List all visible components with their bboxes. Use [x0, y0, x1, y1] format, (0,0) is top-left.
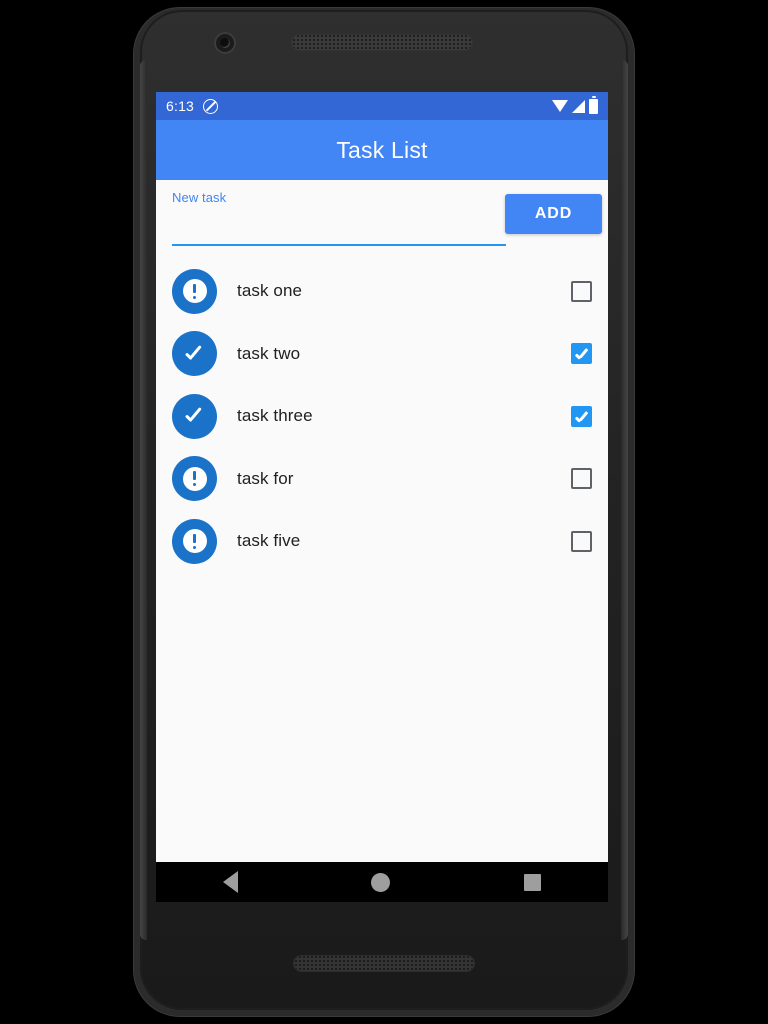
new-task-row: New task ADD [156, 180, 608, 256]
task-label: task two [237, 343, 301, 363]
home-circle-icon[interactable] [371, 872, 391, 892]
bottom-speaker-grille [293, 955, 475, 972]
status-bar-right [552, 98, 598, 114]
battery-icon [589, 98, 598, 114]
check-glyph [184, 343, 206, 365]
app-bar: Task List [156, 120, 608, 180]
task-row[interactable]: task two [156, 323, 608, 386]
status-time: 6:13 [166, 98, 195, 114]
task-list: task one task two task three task for ta… [156, 256, 608, 573]
phone-screen: 6:13 Task List New task ADD task one tas… [156, 92, 608, 902]
task-checkbox[interactable] [571, 343, 592, 365]
status-bar: 6:13 [156, 92, 608, 120]
task-label: task for [237, 468, 294, 488]
exclamation-circle-icon [172, 268, 217, 314]
recents-square-icon[interactable] [524, 873, 542, 891]
new-task-input[interactable] [172, 222, 506, 242]
phone-left-edge [140, 60, 147, 940]
exclamation-glyph [193, 533, 196, 549]
check-circle-icon [172, 331, 217, 377]
task-row[interactable]: task five [156, 510, 608, 573]
exclamation-circle-icon [172, 456, 217, 502]
screenshot-canvas: 6:13 Task List New task ADD task one tas… [0, 0, 768, 1024]
task-checkbox[interactable] [571, 468, 592, 490]
earpiece-speaker-grille [291, 34, 473, 51]
page-title: Task List [336, 136, 428, 163]
task-checkbox[interactable] [571, 530, 592, 552]
front-camera-icon [214, 32, 236, 54]
new-task-label: New task [172, 190, 227, 205]
android-nav-bar [156, 862, 608, 902]
do-not-disturb-icon [203, 98, 219, 114]
task-checkbox[interactable] [571, 280, 592, 302]
task-row[interactable]: task for [156, 448, 608, 511]
task-row[interactable]: task one [156, 260, 608, 323]
task-label: task one [237, 281, 303, 301]
task-label: task three [237, 406, 313, 426]
task-label: task five [237, 531, 301, 551]
exclamation-glyph [193, 471, 196, 487]
exclamation-glyph [193, 283, 196, 299]
exclamation-circle-icon [172, 518, 217, 564]
status-bar-left: 6:13 [166, 98, 219, 114]
add-task-button[interactable]: ADD [505, 194, 602, 234]
cell-signal-icon [572, 99, 585, 113]
task-row[interactable]: task three [156, 385, 608, 448]
check-glyph [184, 405, 206, 427]
phone-right-edge [621, 60, 628, 940]
back-triangle-icon[interactable] [222, 871, 238, 893]
check-circle-icon [172, 393, 217, 439]
wifi-icon [552, 100, 568, 112]
new-task-field-wrap: New task [172, 190, 506, 246]
new-task-underline [172, 244, 506, 246]
task-checkbox[interactable] [571, 405, 592, 427]
